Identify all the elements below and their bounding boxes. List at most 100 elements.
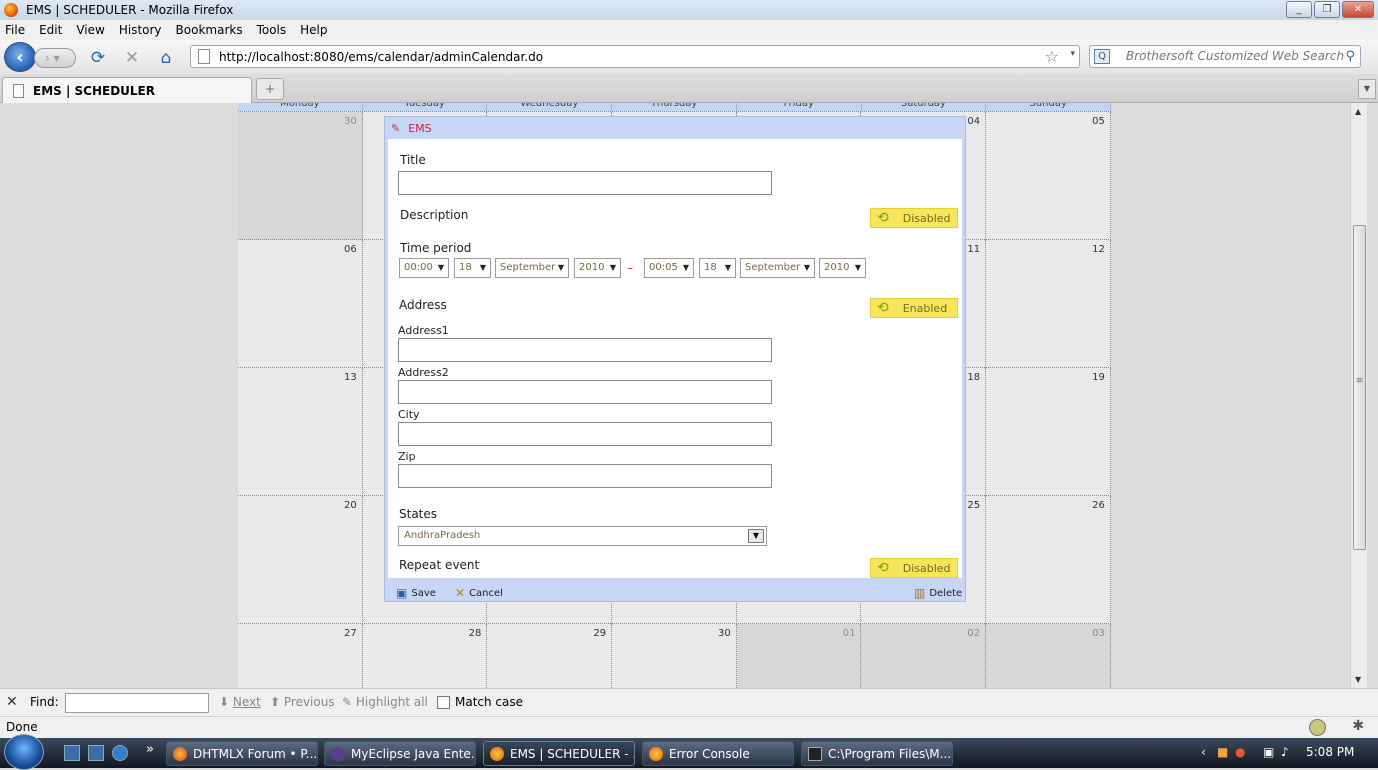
title-label: Title (400, 153, 426, 167)
show-desktop-icon[interactable] (64, 745, 80, 761)
tab-list-button[interactable]: ▼ (1358, 79, 1376, 99)
day-number: 18 (967, 372, 981, 383)
chevron-down-icon[interactable]: ▼ (748, 529, 764, 543)
match-case-label: Match case (455, 695, 524, 709)
vertical-scrollbar[interactable]: ▲ ≡ ▼ (1350, 103, 1367, 688)
windows-taskbar: » DHTMLX Forum • P... MyEclipse Java Ent… (0, 734, 1378, 770)
day-number: 19 (1092, 372, 1105, 383)
find-input[interactable] (65, 693, 209, 713)
taskbar-item-ems-scheduler[interactable]: EMS | SCHEDULER - ... (483, 741, 635, 766)
calendar-day-cell[interactable]: 30 (612, 624, 737, 688)
calendar-day-cell[interactable]: 03 (986, 624, 1111, 688)
stop-icon[interactable]: ✕ (122, 49, 142, 67)
search-engine-icon[interactable]: Q (1094, 49, 1110, 64)
calendar-day-cell[interactable]: 20 (238, 496, 363, 624)
menu-history[interactable]: History (119, 23, 162, 37)
tray-app-icon[interactable]: ■ (1217, 745, 1228, 759)
taskbar-item-error-console[interactable]: Error Console (642, 741, 794, 766)
bookmark-star-icon[interactable]: ☆ (1045, 47, 1059, 66)
find-previous-button[interactable]: ⬆ Previous (270, 695, 335, 709)
system-tray: ‹ ■ ● ▣ ♪ 5:08 PM (1195, 738, 1378, 768)
reload-icon[interactable]: ⟳ (88, 49, 108, 67)
toggle-icon: ⟲ (877, 210, 889, 226)
day-number: 27 (343, 628, 357, 639)
states-select[interactable]: AndhraPradesh ▼ (398, 526, 767, 546)
taskbar-item-command-prompt[interactable]: C:\Program Files\M... (801, 741, 953, 766)
clock[interactable]: 5:08 PM (1306, 745, 1354, 759)
start-year-select[interactable]: 2010 ▼ (574, 258, 621, 278)
end-month-select[interactable]: September ▼ (740, 258, 815, 278)
calendar-day-cell[interactable]: 28 (362, 624, 488, 688)
minimize-button[interactable]: _ (1286, 1, 1312, 18)
scrollbar-thumb[interactable]: ≡ (1353, 225, 1366, 550)
close-window-button[interactable]: ✕ (1342, 1, 1374, 18)
taskbar-item-myeclipse[interactable]: MyEclipse Java Ente... (324, 741, 476, 766)
start-day-select[interactable]: 18 ▼ (454, 258, 491, 278)
restore-button[interactable]: ❐ (1314, 1, 1340, 18)
start-time-select[interactable]: 00:00 ▼ (399, 258, 449, 278)
start-button[interactable] (4, 734, 44, 770)
address2-input[interactable] (398, 380, 772, 404)
url-bar[interactable]: http://localhost:8080/ems/calendar/admin… (190, 45, 1080, 68)
network-icon[interactable]: ▣ (1263, 745, 1274, 759)
calendar-day-cell[interactable]: 05 (986, 112, 1111, 240)
repeat-toggle[interactable]: ⟲ Disabled (870, 558, 958, 578)
tab-ems-scheduler[interactable]: EMS | SCHEDULER (2, 77, 252, 103)
tray-update-icon[interactable]: ● (1235, 745, 1245, 759)
menu-tools[interactable]: Tools (257, 23, 287, 37)
menu-file[interactable]: File (5, 23, 25, 37)
close-find-icon[interactable]: ✕ (6, 694, 18, 710)
address1-input[interactable] (398, 338, 772, 362)
taskbar-item-dhtmlx-forum[interactable]: DHTMLX Forum • P... (166, 741, 318, 766)
title-input[interactable] (398, 171, 772, 195)
match-case-checkbox[interactable] (437, 696, 450, 709)
calendar-day-cell[interactable]: 06 (238, 240, 363, 368)
calendar-day-cell[interactable]: 13 (238, 368, 363, 496)
menu-view[interactable]: View (76, 23, 104, 37)
menu-help[interactable]: Help (300, 23, 327, 37)
calendar-day-cell[interactable]: 26 (986, 496, 1111, 624)
cancel-button[interactable]: ✕ Cancel (455, 586, 503, 600)
switch-windows-icon[interactable] (88, 745, 104, 761)
save-button[interactable]: ▣ Save (396, 586, 436, 600)
find-next-button[interactable]: ⬇ Next (219, 695, 261, 709)
calendar-day-cell[interactable]: 29 (487, 624, 613, 688)
url-dropdown-icon[interactable]: ▾ (1070, 49, 1075, 59)
calendar-day-cell[interactable]: 12 (986, 240, 1111, 368)
calendar-day-cell[interactable]: 01 (736, 624, 862, 688)
end-year-select[interactable]: 2010 ▼ (819, 258, 866, 278)
calendar-day-cell[interactable]: 19 (986, 368, 1111, 496)
forward-button[interactable]: › ▾ (34, 48, 76, 68)
home-icon[interactable]: ⌂ (156, 49, 176, 67)
search-icon[interactable]: ⚲ (1345, 46, 1355, 67)
quick-launch-more-icon[interactable]: » (146, 742, 154, 757)
menu-bookmarks[interactable]: Bookmarks (176, 23, 243, 37)
city-input[interactable] (398, 422, 772, 446)
highlight-all-button[interactable]: ✎ Highlight all (342, 695, 428, 709)
scroll-up-icon[interactable]: ▲ (1355, 107, 1361, 116)
end-time-select[interactable]: 00:05 ▼ (644, 258, 694, 278)
firebug-icon[interactable]: ✱ (1352, 718, 1364, 734)
menu-edit[interactable]: Edit (39, 23, 62, 37)
calendar-day-cell[interactable]: 30 (238, 112, 363, 240)
delete-button[interactable]: ▥ Delete (914, 586, 962, 600)
toggle-icon: ⟲ (877, 300, 889, 316)
address-toggle[interactable]: ⟲ Enabled (870, 298, 958, 318)
start-day-value: 18 (459, 262, 472, 273)
back-button[interactable]: ‹ (4, 42, 36, 72)
start-time-value: 00:00 (404, 262, 433, 273)
search-bar[interactable]: Q Brothersoft Customized Web Search ⚲ (1089, 45, 1361, 68)
start-month-select[interactable]: September ▼ (495, 258, 569, 278)
scroll-down-icon[interactable]: ▼ (1355, 675, 1361, 684)
addon-status-icon[interactable] (1309, 719, 1326, 736)
tray-expand-icon[interactable]: ‹ (1201, 745, 1206, 759)
calendar-day-cell[interactable]: 02 (861, 624, 987, 688)
calendar-day-cell[interactable]: 27 (238, 624, 363, 688)
new-tab-button[interactable]: + (256, 78, 284, 100)
end-day-select[interactable]: 18 ▼ (699, 258, 736, 278)
internet-explorer-icon[interactable] (112, 745, 128, 761)
description-toggle[interactable]: ⟲ Disabled (870, 208, 958, 228)
url-text: http://localhost:8080/ems/calendar/admin… (219, 49, 544, 64)
volume-icon[interactable]: ♪ (1281, 745, 1289, 759)
zip-input[interactable] (398, 464, 772, 488)
